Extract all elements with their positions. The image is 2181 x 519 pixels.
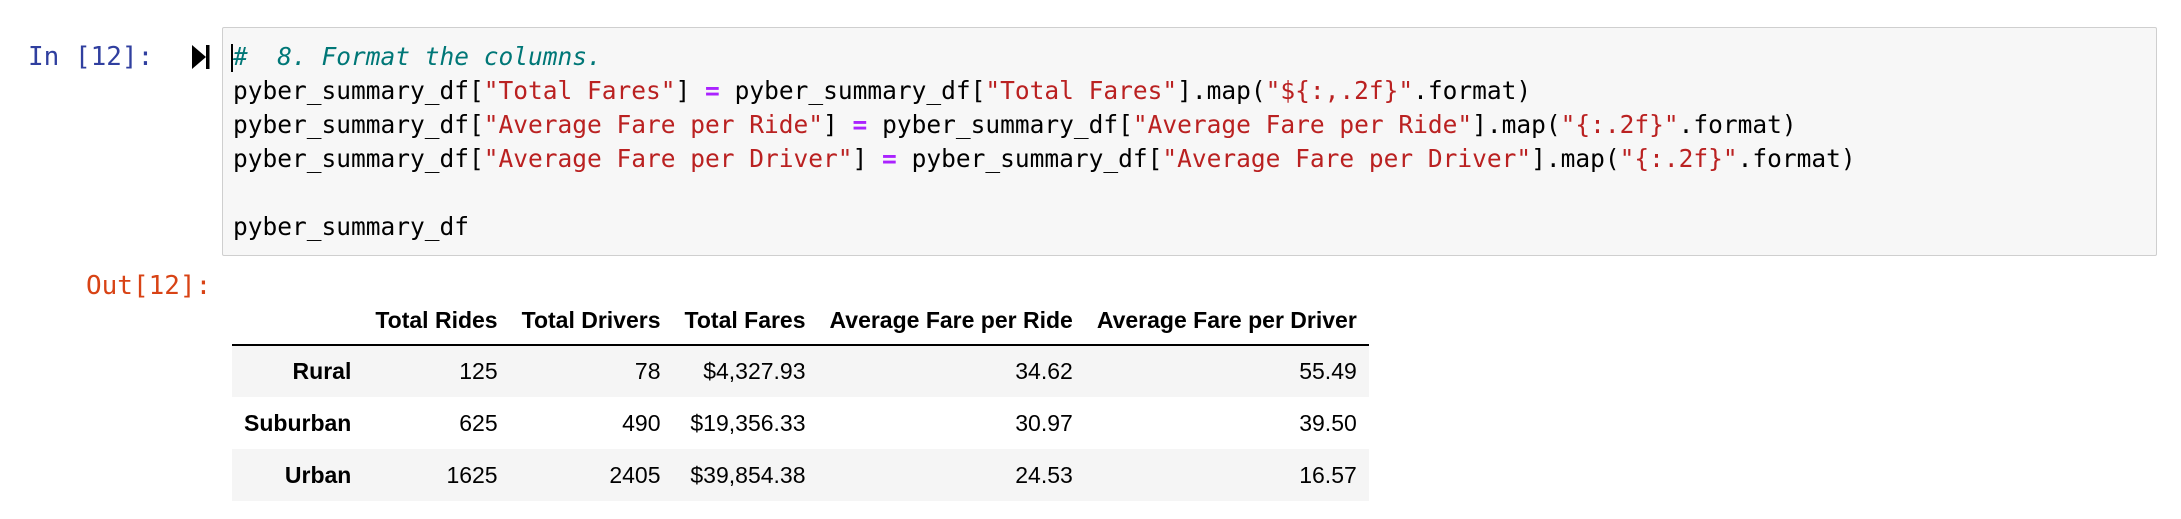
code-line-4: pyber_summary_df["Average Fare per Drive… (233, 144, 1856, 173)
index-header (232, 296, 364, 346)
dataframe-table: Total Rides Total Drivers Total Fares Av… (232, 296, 1369, 501)
table-cell: 2405 (609, 461, 661, 488)
table-cell: 16.57 (1299, 461, 1357, 488)
column-header: Average Fare per Ride (817, 296, 1085, 346)
code-string: "Average Fare per Ride" (483, 110, 824, 139)
code-string: "Average Fare per Ride" (1132, 110, 1473, 139)
code-token: ] (852, 144, 883, 173)
table-cell: $19,356.33 (690, 409, 806, 436)
code-token: ].map( (1472, 110, 1561, 139)
code-line-6: pyber_summary_df (233, 212, 469, 241)
table-cell: 39.50 (1299, 409, 1357, 436)
run-cell-icon[interactable] (190, 42, 212, 72)
code-string: "Average Fare per Driver" (483, 144, 853, 173)
table-cell: $39,854.38 (690, 461, 806, 488)
code-string: "Total Fares" (483, 76, 676, 105)
code-token: pyber_summary_df[ (233, 76, 484, 105)
table-cell: $4,327.93 (703, 358, 806, 384)
code-token: pyber_summary_df[ (719, 76, 986, 105)
table-cell: 125 (459, 358, 498, 384)
code-token: pyber_summary_df[ (867, 110, 1133, 139)
column-header: Total Rides (363, 296, 510, 346)
code-string: "Total Fares" (985, 76, 1178, 105)
table-cell: 625 (459, 409, 498, 436)
code-line-3: pyber_summary_df["Average Fare per Ride"… (233, 110, 1797, 139)
code-token: .format) (1413, 76, 1532, 105)
input-prompt: In [12]: (28, 42, 154, 72)
table-cell: 34.62 (1015, 358, 1073, 384)
code-token: ] (823, 110, 853, 139)
table-row: Urban 1625 2405 $39,854.38 24.53 16.57 (232, 449, 1369, 501)
row-index: Suburban (244, 409, 352, 436)
notebook-cell: In [12]: # 8. Format the columns. pyber_… (0, 0, 2181, 519)
code-editor[interactable]: # 8. Format the columns. pyber_summary_d… (222, 27, 2157, 256)
code-comment: # 8. Format the columns. (233, 42, 602, 71)
table-cell: 30.97 (1015, 409, 1073, 436)
column-header: Total Fares (672, 296, 818, 346)
code-string: "{:.2f}" (1619, 144, 1738, 173)
table-cell: 55.49 (1299, 358, 1357, 384)
output-prompt: Out[12]: (86, 271, 212, 301)
code-token: .format) (1678, 110, 1797, 139)
code-line-1: # 8. Format the columns. (233, 42, 602, 71)
column-header: Total Drivers (509, 296, 673, 346)
table-cell: 1625 (446, 461, 498, 488)
code-string: "Average Fare per Driver" (1162, 144, 1532, 173)
table-header-row: Total Rides Total Drivers Total Fares Av… (232, 296, 1369, 346)
code-operator: = (852, 110, 868, 139)
row-index: Rural (292, 358, 352, 384)
code-token: ].map( (1177, 76, 1266, 105)
code-operator: = (705, 76, 720, 105)
code-operator: = (882, 144, 897, 173)
code-string: "${:,.2f}" (1265, 76, 1414, 105)
code-line-2: pyber_summary_df["Total Fares"] = pyber_… (233, 76, 1531, 105)
code-string: "{:.2f}" (1560, 110, 1679, 139)
code-token: pyber_summary_df[ (233, 144, 484, 173)
code-token: pyber_summary_df[ (896, 144, 1163, 173)
code-token: ].map( (1531, 144, 1620, 173)
table-row: Suburban 625 490 $19,356.33 30.97 39.50 (232, 397, 1369, 449)
column-header: Average Fare per Driver (1084, 296, 1369, 346)
row-index: Urban (284, 461, 352, 488)
table-cell: 78 (634, 358, 661, 384)
code-token: pyber_summary_df (233, 212, 470, 241)
code-token: ] (675, 76, 706, 105)
table-cell: 24.53 (1015, 461, 1073, 488)
table-row: Rural 125 78 $4,327.93 34.62 55.49 (232, 345, 1369, 397)
code-token: .format) (1737, 144, 1856, 173)
table-cell: 490 (622, 409, 661, 436)
code-token: pyber_summary_df[ (233, 110, 484, 139)
